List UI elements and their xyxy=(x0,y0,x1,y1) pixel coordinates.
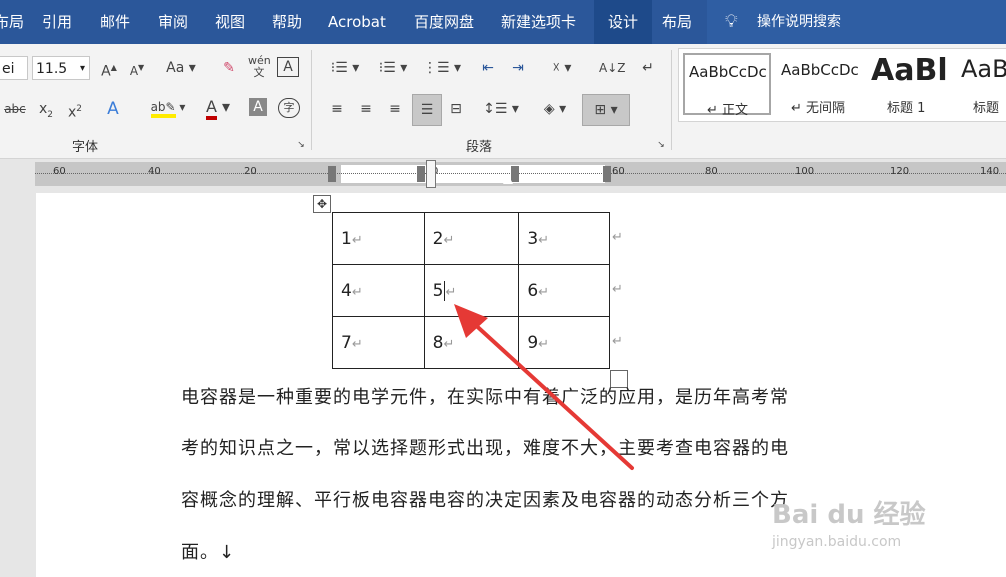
watermark-url: jingyan.baidu.com xyxy=(772,534,902,550)
annotation-arrow xyxy=(454,304,634,470)
baidu-jingyan-watermark: Bai du 经验 xyxy=(772,500,926,530)
arrow-shaft xyxy=(468,318,634,470)
